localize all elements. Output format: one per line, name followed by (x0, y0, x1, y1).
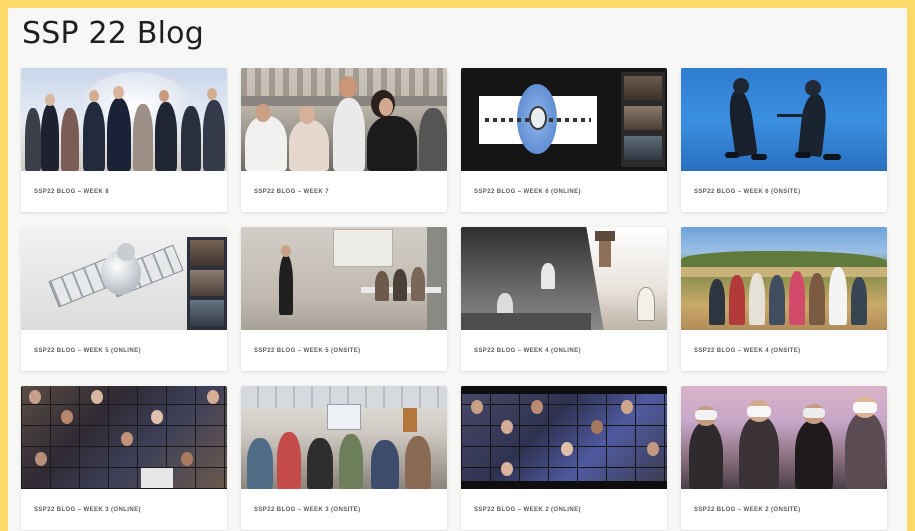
post-thumbnail[interactable] (681, 386, 887, 489)
post-thumbnail[interactable] (21, 386, 227, 489)
post-card[interactable]: SSP22 BLOG – WEEK 7 (241, 68, 447, 212)
post-card[interactable]: SSP22 BLOG – WEEK 2 (ONLINE) (461, 386, 667, 530)
post-title[interactable]: SSP22 BLOG – WEEK 6 (ONSITE) (681, 171, 887, 212)
post-title[interactable]: SSP22 BLOG – WEEK 4 (ONSITE) (681, 330, 887, 371)
post-card[interactable]: SSP22 BLOG – WEEK 6 (ONLINE) (461, 68, 667, 212)
post-title[interactable]: SSP22 BLOG – WEEK 2 (ONSITE) (681, 489, 887, 530)
post-thumbnail[interactable] (681, 68, 887, 171)
post-card[interactable]: SSP22 BLOG – WEEK 5 (ONLINE) (21, 227, 227, 371)
post-title[interactable]: SSP22 BLOG – WEEK 3 (ONLINE) (21, 489, 227, 530)
page-title: SSP 22 Blog (22, 16, 204, 51)
post-thumbnail[interactable] (241, 227, 447, 330)
post-title[interactable]: SSP22 BLOG – WEEK 4 (ONLINE) (461, 330, 667, 371)
post-thumbnail[interactable] (681, 227, 887, 330)
post-title[interactable]: SSP22 BLOG – WEEK 5 (ONLINE) (21, 330, 227, 371)
post-thumbnail[interactable] (241, 68, 447, 171)
post-card[interactable]: SSP22 BLOG – WEEK 5 (ONSITE) (241, 227, 447, 371)
post-thumbnail[interactable] (21, 227, 227, 330)
post-card[interactable]: SSP22 BLOG – WEEK 2 (ONSITE) (681, 386, 887, 530)
post-title[interactable]: SSP22 BLOG – WEEK 8 (21, 171, 227, 212)
post-card[interactable]: SSP22 BLOG – WEEK 8 (21, 68, 227, 212)
post-title[interactable]: SSP22 BLOG – WEEK 6 (ONLINE) (461, 171, 667, 212)
post-title[interactable]: SSP22 BLOG – WEEK 7 (241, 171, 447, 212)
post-title[interactable]: SSP22 BLOG – WEEK 3 (ONSITE) (241, 489, 447, 530)
post-thumbnail[interactable] (241, 386, 447, 489)
post-thumbnail[interactable] (461, 68, 667, 171)
post-thumbnail[interactable] (21, 68, 227, 171)
page-frame: SSP 22 Blog SSP22 BLOG – WEEK 8 SSP22 BL… (8, 8, 907, 531)
post-title[interactable]: SSP22 BLOG – WEEK 5 (ONSITE) (241, 330, 447, 371)
post-card[interactable]: SSP22 BLOG – WEEK 4 (ONSITE) (681, 227, 887, 371)
post-card[interactable]: SSP22 BLOG – WEEK 6 (ONSITE) (681, 68, 887, 212)
post-card[interactable]: SSP22 BLOG – WEEK 4 (ONLINE) (461, 227, 667, 371)
post-grid: SSP22 BLOG – WEEK 8 SSP22 BLOG – WEEK 7 (21, 68, 887, 530)
post-title[interactable]: SSP22 BLOG – WEEK 2 (ONLINE) (461, 489, 667, 530)
post-thumbnail[interactable] (461, 227, 667, 330)
post-card[interactable]: SSP22 BLOG – WEEK 3 (ONSITE) (241, 386, 447, 530)
post-thumbnail[interactable] (461, 386, 667, 489)
post-card[interactable]: SSP22 BLOG – WEEK 3 (ONLINE) (21, 386, 227, 530)
